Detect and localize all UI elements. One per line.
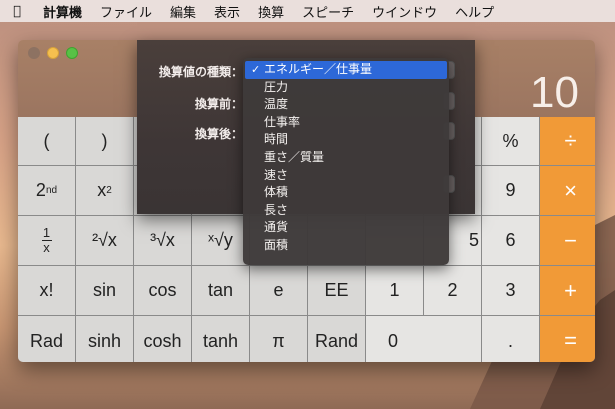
key-pi[interactable]: π [250,316,307,362]
conversion-type-label: 換算値の種類： [158,65,243,79]
menu-view[interactable]: 表示 [205,2,249,21]
key-tanh[interactable]: tanh [192,316,249,362]
menu-option-volume[interactable]: 体積 [243,184,449,202]
menu-option-speed[interactable]: 速さ [243,167,449,185]
apple-icon[interactable]:  [0,4,34,19]
reciprocal-fraction: 1 x [41,225,52,255]
convert-from-label: 換算前： [194,97,243,111]
key-cos[interactable]: cos [134,266,191,315]
key-x-squared-base: x [97,180,107,200]
key-dot[interactable]: . [482,316,539,362]
key-two[interactable]: 2 [424,266,481,315]
key-six[interactable]: 6 [482,216,539,265]
key-percent[interactable]: % [482,117,539,165]
key-plus[interactable]: + [540,266,595,315]
key-square-root[interactable]: ²√x [76,216,133,265]
zoom-button[interactable] [66,47,78,59]
menu-option-label: エネルギー／仕事量 [264,62,373,76]
menu-convert[interactable]: 換算 [249,2,293,21]
key-three[interactable]: 3 [482,266,539,315]
key-zero[interactable]: 0 [366,316,481,362]
key-second-base: 2 [35,180,46,200]
display-value: 10 [530,68,579,117]
menu-option-energy[interactable]: ✓ エネルギー／仕事量 [245,61,447,79]
key-close-paren[interactable]: ) [76,117,133,165]
key-open-paren[interactable]: ( [18,117,75,165]
key-nine[interactable]: 9 [482,166,539,215]
convert-to-label: 換算後： [194,127,243,141]
menu-edit[interactable]: 編集 [161,2,205,21]
menu-option-temperature[interactable]: 温度 [243,96,449,114]
key-cube-root[interactable]: ³√x [134,216,191,265]
key-ee[interactable]: EE [308,266,365,315]
key-e[interactable]: e [250,266,307,315]
menu-option-power[interactable]: 仕事率 [243,114,449,132]
key-tan[interactable]: tan [192,266,249,315]
menu-bar:  計算機 ファイル 編集 表示 換算 スピーチ ウインドウ ヘルプ [0,0,615,22]
key-one[interactable]: 1 [366,266,423,315]
key-factorial[interactable]: x! [18,266,75,315]
key-x-squared[interactable]: x2 [76,166,133,215]
key-rad[interactable]: Rad [18,316,75,362]
reciprocal-numerator: 1 [42,225,51,240]
key-nth-root[interactable]: ˣ√y [192,216,249,265]
key-equals[interactable]: = [540,316,595,362]
menu-speech[interactable]: スピーチ [293,2,363,21]
key-rand[interactable]: Rand [308,316,365,362]
menu-option-weight[interactable]: 重さ／質量 [243,149,449,167]
menu-option-area[interactable]: 面積 [243,237,449,255]
key-second-sup: nd [45,185,58,196]
key-sinh[interactable]: sinh [76,316,133,362]
key-multiply[interactable]: × [540,166,595,215]
menu-option-length[interactable]: 長さ [243,202,449,220]
key-minus[interactable]: − [540,216,595,265]
menu-file[interactable]: ファイル [91,2,161,21]
close-button[interactable] [28,47,40,59]
key-divide[interactable]: ÷ [540,117,595,165]
key-cosh[interactable]: cosh [134,316,191,362]
minimize-button[interactable] [47,47,59,59]
reciprocal-denominator: x [43,240,50,255]
key-x-squared-sup: 2 [106,185,112,196]
menu-option-pressure[interactable]: 圧力 [243,79,449,97]
key-reciprocal[interactable]: 1 x [18,216,75,265]
menu-option-time[interactable]: 時間 [243,131,449,149]
menu-window[interactable]: ウインドウ [363,2,446,21]
key-second[interactable]: 2nd [18,166,75,215]
menu-option-currency[interactable]: 通貨 [243,219,449,237]
conversion-type-menu: ✓ エネルギー／仕事量 圧力 温度 仕事率 時間 重さ／質量 速さ 体積 長さ 通… [243,58,449,265]
menu-help[interactable]: ヘルプ [446,2,503,21]
checkmark-icon: ✓ [251,63,261,76]
key-sin[interactable]: sin [76,266,133,315]
menu-app-name[interactable]: 計算機 [34,2,91,21]
